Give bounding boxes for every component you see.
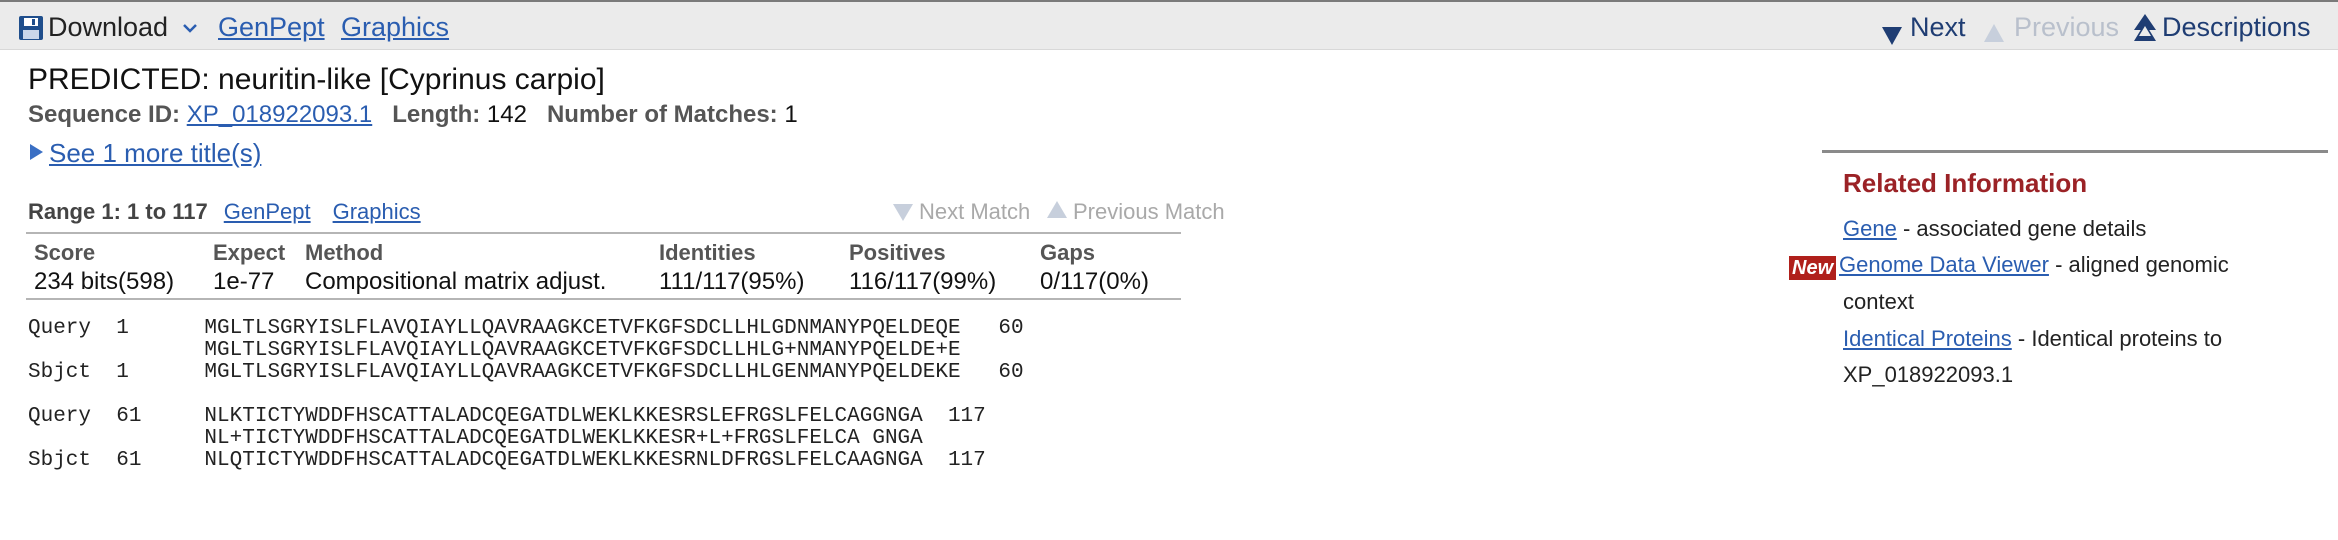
download-menu[interactable]: Download — [48, 11, 168, 43]
expect-value: 1e-77 — [213, 268, 275, 295]
previous-match-button: Previous Match — [1047, 198, 1225, 226]
gene-link[interactable]: Gene — [1843, 216, 1897, 241]
alignment-block-2: Query 61 NLKTICTYWDDFHSCATTALADCQEGATDLW… — [28, 406, 986, 472]
match-line: NL+TICTYWDDFHSCATTALADCQEGATDLWEKLKKESR+… — [28, 427, 923, 450]
gene-description: - associated gene details — [1902, 216, 2147, 241]
query-line: Query 1 MGLTLSGRYISLFLAVQIAYLLQAVRAAGKCE… — [28, 317, 1024, 340]
related-item-gene: Gene - associated gene details — [1843, 211, 2146, 247]
descriptions-up-icon[interactable] — [2134, 14, 2156, 42]
expand-triangle-icon[interactable] — [30, 144, 43, 160]
genpept-link[interactable]: GenPept — [218, 11, 325, 43]
next-match-arrow-icon — [893, 204, 913, 221]
gaps-value: 0/117(0%) — [1040, 268, 1149, 295]
related-item-genome-data-viewer: Genome Data Viewer - aligned genomic — [1839, 247, 2229, 283]
sequence-info: Sequence ID: XP_018922093.1 Length: 142 … — [28, 100, 798, 130]
range-label: Range 1: 1 to 117 — [28, 199, 208, 224]
identical-proteins-description: - Identical proteins to — [2017, 326, 2223, 351]
alignment-stats-table: Score Expect Method Identities Positives… — [26, 232, 1181, 300]
identities-value: 111/117(95%) — [659, 268, 805, 295]
match-line: MGLTLSGRYISLFLAVQIAYLLQAVRAAGKCETVFKGFSD… — [28, 339, 961, 362]
previous-button: Previous — [2014, 12, 2120, 42]
next-match-label: Next Match — [919, 199, 1031, 224]
subject-line: Sbjct 1 MGLTLSGRYISLFLAVQIAYLLQAVRAAGKCE… — [28, 361, 1024, 384]
identical-proteins-link[interactable]: Identical Proteins — [1843, 326, 2012, 351]
identical-proteins-accession: XP_018922093.1 — [1843, 362, 2014, 387]
genome-data-viewer-description-cont: context — [1843, 289, 1914, 314]
matches-value: 1 — [784, 101, 798, 128]
method-header: Method — [305, 240, 384, 265]
related-info-divider — [1822, 150, 2328, 153]
matches-label: Number of Matches: — [546, 101, 778, 128]
positives-header: Positives — [849, 240, 946, 265]
range-row: Range 1: 1 to 117 GenPept Graphics — [28, 198, 443, 226]
previous-match-arrow-icon — [1047, 201, 1067, 218]
see-more-titles[interactable]: See 1 more title(s) — [30, 137, 261, 169]
range-graphics-link[interactable]: Graphics — [333, 199, 421, 224]
expect-header: Expect — [213, 240, 286, 265]
sequence-id-label: Sequence ID: — [28, 101, 181, 128]
gaps-header: Gaps — [1040, 240, 1096, 265]
sequence-id-link[interactable]: XP_018922093.1 — [187, 101, 373, 128]
previous-arrow-icon — [1984, 17, 2004, 49]
range-genpept-link[interactable]: GenPept — [224, 199, 311, 224]
genome-data-viewer-link[interactable]: Genome Data Viewer — [1839, 252, 2049, 277]
positives-value: 116/117(99%) — [849, 268, 997, 295]
length-label: Length: — [392, 101, 481, 128]
previous-match-label: Previous Match — [1073, 199, 1225, 224]
hit-title: PREDICTED: neuritin-like [Cyprinus carpi… — [28, 63, 605, 96]
method-value: Compositional matrix adjust. — [305, 268, 607, 295]
identities-header: Identities — [659, 240, 756, 265]
subject-line: Sbjct 61 NLQTICTYWDDFHSCATTALADCQEGATDLW… — [28, 449, 986, 472]
alignment-block-1: Query 1 MGLTLSGRYISLFLAVQIAYLLQAVRAAGKCE… — [28, 318, 1024, 384]
related-item-identical-proteins: Identical Proteins - Identical proteins … — [1843, 321, 2222, 357]
see-more-titles-link[interactable]: See 1 more title(s) — [49, 138, 261, 168]
next-match-button: Next Match — [893, 198, 1030, 226]
next-button[interactable]: Next — [1910, 11, 1966, 43]
next-arrow-icon[interactable] — [1882, 20, 1902, 52]
new-badge: New — [1789, 256, 1837, 280]
query-line: Query 61 NLKTICTYWDDFHSCATTALADCQEGATDLW… — [28, 405, 986, 428]
chevron-down-icon[interactable] — [182, 22, 198, 34]
save-disk-icon[interactable] — [18, 15, 44, 41]
related-info-title: Related Information — [1843, 168, 2088, 198]
descriptions-button[interactable]: Descriptions — [2162, 11, 2311, 43]
genome-data-viewer-description: - aligned genomic — [2055, 252, 2229, 277]
score-value: 234 bits(598) — [34, 268, 175, 295]
score-header: Score — [34, 240, 96, 265]
results-toolbar: Download GenPept Graphics Next Previous … — [0, 0, 2338, 50]
graphics-link[interactable]: Graphics — [341, 11, 449, 43]
length-value: 142 — [486, 101, 527, 128]
